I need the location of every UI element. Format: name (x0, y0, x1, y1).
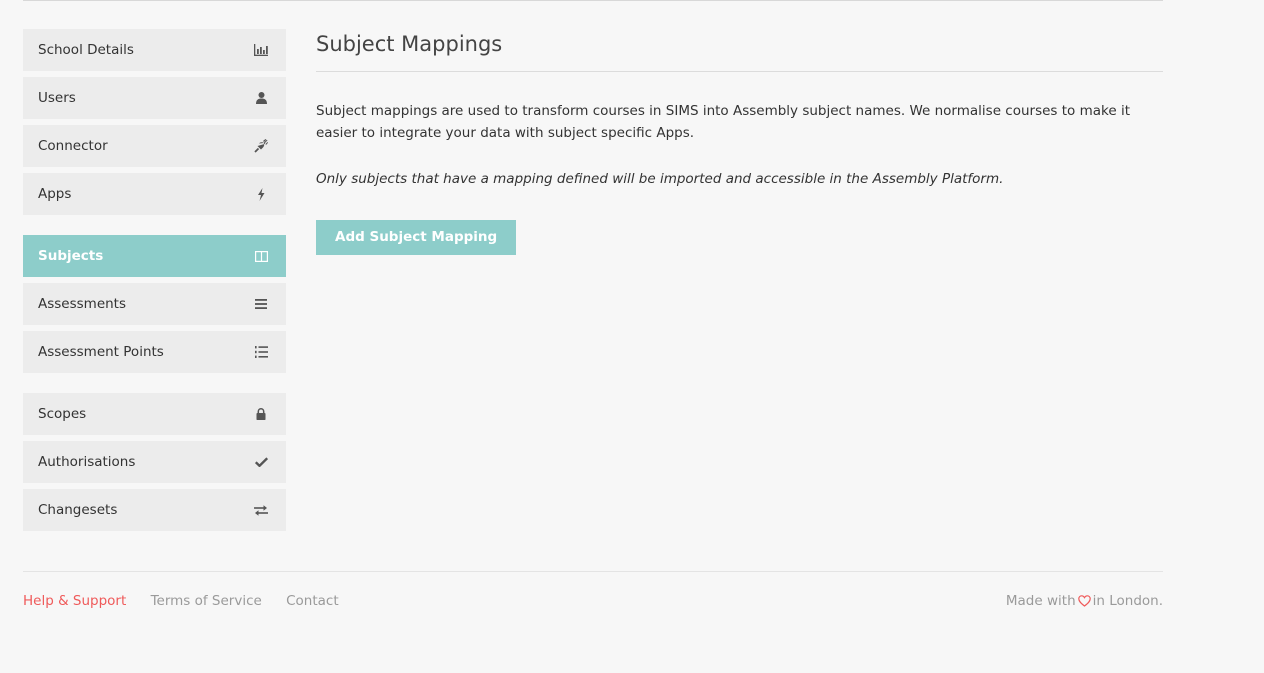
heart-icon (1077, 595, 1091, 607)
plug-icon (254, 139, 268, 153)
sidebar-item-assessments[interactable]: Assessments (23, 283, 286, 325)
sidebar-item-label: Assessment Points (38, 344, 164, 360)
made-with-love: Made with in London. (1006, 593, 1163, 609)
sidebar-item-subjects[interactable]: Subjects (23, 235, 286, 277)
columns-icon (254, 249, 268, 263)
sidebar-item-label: Changesets (38, 502, 118, 518)
lock-icon (254, 407, 268, 421)
sidebar: School Details Users Connector Apps Subj… (23, 29, 286, 537)
help-support-link[interactable]: Help & Support (23, 593, 126, 609)
sidebar-item-label: Authorisations (38, 454, 136, 470)
nav-group-access: Scopes Authorisations Changesets (23, 393, 286, 531)
sidebar-item-authorisations[interactable]: Authorisations (23, 441, 286, 483)
bolt-icon (254, 187, 268, 201)
check-icon (254, 455, 268, 469)
top-divider (23, 0, 1163, 1)
sidebar-item-school-details[interactable]: School Details (23, 29, 286, 71)
made-with-text: Made with (1005, 593, 1076, 609)
sidebar-item-changesets[interactable]: Changesets (23, 489, 286, 531)
in-london-text: in London. (1092, 593, 1163, 609)
title-divider (316, 71, 1163, 72)
sidebar-item-apps[interactable]: Apps (23, 173, 286, 215)
note-text: Only subjects that have a mapping define… (316, 171, 1004, 187)
sidebar-item-scopes[interactable]: Scopes (23, 393, 286, 435)
list-icon (254, 297, 268, 311)
sidebar-item-label: School Details (38, 42, 134, 58)
terms-of-service-link[interactable]: Terms of Service (151, 593, 262, 609)
list-numbered-icon (254, 345, 268, 359)
add-subject-mapping-button[interactable]: Add Subject Mapping (316, 220, 517, 255)
footer: Help & Support Terms of Service Contact … (23, 593, 1163, 613)
sidebar-item-connector[interactable]: Connector (23, 125, 286, 167)
sidebar-item-label: Users (38, 90, 76, 106)
footer-links: Help & Support Terms of Service Contact (23, 593, 1163, 609)
bar-chart-icon (254, 43, 268, 57)
sidebar-item-label: Apps (38, 186, 72, 202)
exchange-icon (254, 503, 268, 517)
page-title: Subject Mappings (316, 32, 503, 56)
description-text: Subject mappings are used to transform c… (316, 103, 1130, 141)
main-content: Subject Mappings Subject mappings are us… (316, 29, 1163, 255)
footer-divider (23, 571, 1163, 572)
sidebar-item-label: Subjects (38, 248, 104, 264)
contact-link[interactable]: Contact (286, 593, 339, 609)
nav-group-school: School Details Users Connector Apps (23, 29, 286, 215)
nav-group-data: Subjects Assessments Assessment Points (23, 235, 286, 373)
sidebar-item-assessment-points[interactable]: Assessment Points (23, 331, 286, 373)
sidebar-item-label: Connector (38, 138, 108, 154)
sidebar-item-users[interactable]: Users (23, 77, 286, 119)
sidebar-item-label: Assessments (38, 296, 127, 312)
user-icon (254, 91, 268, 105)
sidebar-item-label: Scopes (38, 406, 87, 422)
